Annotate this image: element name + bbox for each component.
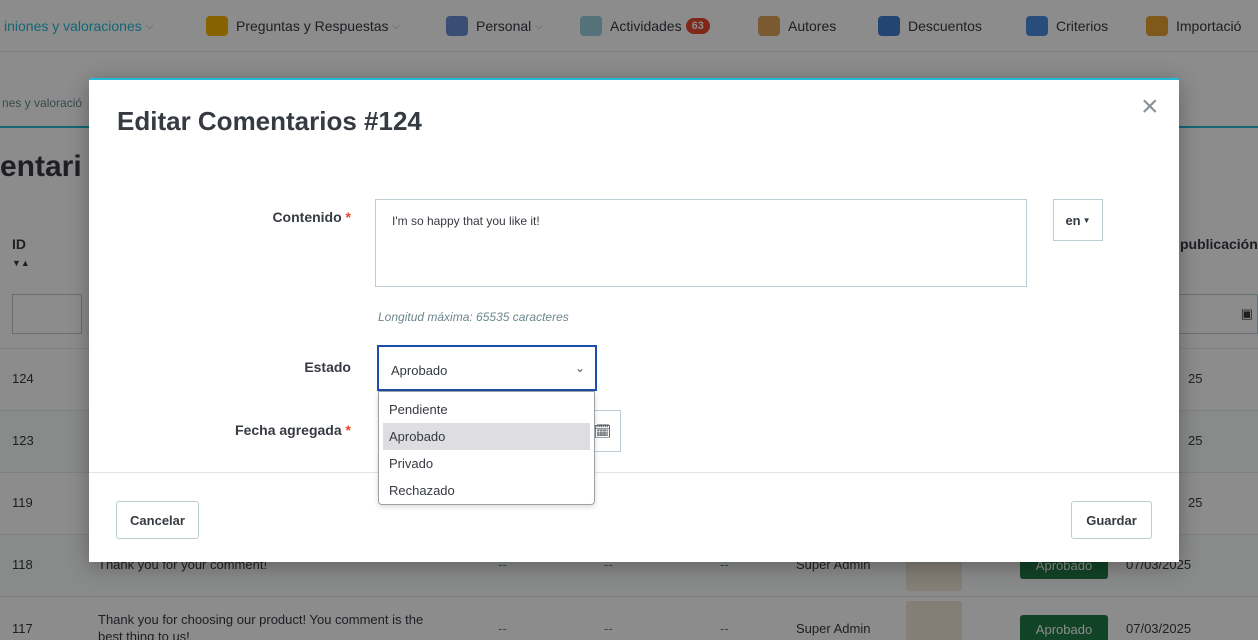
modal-title: Editar Comentarios #124 [117, 106, 422, 136]
status-select[interactable]: Aprobado ⌄ [377, 345, 597, 391]
modal-footer-divider [89, 472, 1179, 473]
required-mark: * [345, 422, 351, 438]
status-selected-value: Aprobado [391, 363, 448, 378]
date-label-text: Fecha agregada [235, 422, 342, 438]
language-dropdown-button[interactable]: en ▼ [1053, 199, 1103, 241]
cancel-button[interactable]: Cancelar [116, 501, 199, 539]
status-option-privado[interactable]: Privado [383, 450, 590, 477]
status-option-pendiente[interactable]: Pendiente [383, 396, 590, 423]
status-options-list: Pendiente Aprobado Privado Rechazado [378, 391, 595, 505]
content-label: Contenido * [111, 209, 351, 225]
caret-down-icon: ▼ [1082, 215, 1091, 225]
max-length-hint: Longitud máxima: 65535 caracteres [378, 310, 569, 324]
content-textarea[interactable]: I'm so happy that you like it! [375, 199, 1027, 287]
date-label: Fecha agregada * [111, 422, 351, 438]
required-mark: * [345, 209, 351, 225]
chevron-down-icon: ⌄ [574, 361, 585, 375]
status-option-aprobado[interactable]: Aprobado [383, 423, 590, 450]
status-option-rechazado[interactable]: Rechazado [383, 477, 590, 504]
language-label: en [1065, 212, 1081, 228]
save-button[interactable]: Guardar [1071, 501, 1152, 539]
content-label-text: Contenido [272, 209, 342, 225]
edit-comment-modal: Editar Comentarios #124 × Contenido * I'… [89, 78, 1179, 562]
close-icon[interactable]: × [1141, 92, 1159, 122]
status-label: Estado [304, 359, 351, 375]
